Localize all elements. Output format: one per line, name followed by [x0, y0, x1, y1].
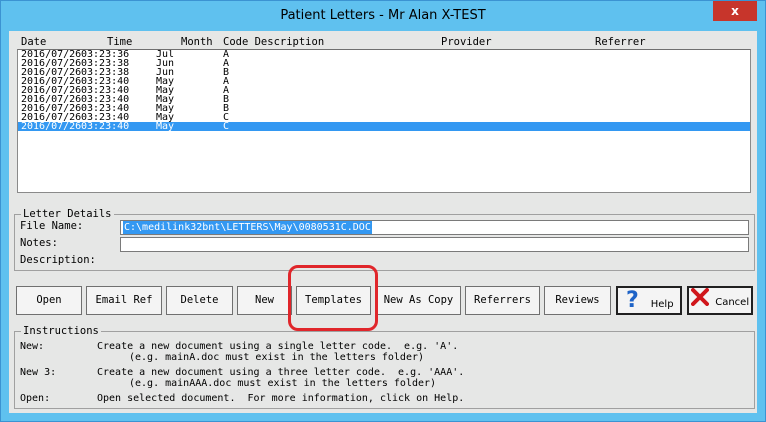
column-month[interactable]: Month [181, 36, 213, 48]
letter-details-label: Letter Details [21, 208, 114, 220]
instruction-new-label: New: [20, 341, 45, 352]
letters-list[interactable]: 2016/07/26 03:23:36 Jul A 2016/07/26 03:… [17, 49, 751, 193]
instruction-new3-line1: Create a new document using a three lett… [97, 367, 465, 378]
instructions-group: Instructions New: Create a new document … [14, 325, 755, 409]
dialog-body: Date Time Month Code Description Provide… [9, 31, 757, 413]
new-as-copy-button[interactable]: New As Copy [376, 286, 461, 315]
file-name-value: C:\medilink32bnt\LETTERS\May\0080531C.DO… [123, 221, 372, 234]
notes-field[interactable] [120, 237, 749, 252]
svg-text:?: ? [626, 288, 639, 310]
column-code-description[interactable]: Code Description [223, 36, 324, 48]
column-date[interactable]: Date [21, 36, 46, 48]
help-button[interactable]: ? Help [616, 286, 682, 315]
window-title: Patient Letters - Mr Alan X-TEST [280, 8, 486, 23]
notes-label: Notes: [20, 237, 58, 249]
instruction-new-line2: (e.g. mainA.doc must exist in the letter… [129, 352, 425, 363]
instruction-open-label: Open: [20, 393, 51, 404]
instruction-new-line1: Create a new document using a single let… [97, 341, 459, 352]
referrers-button[interactable]: Referrers [465, 286, 540, 315]
new-button[interactable]: New [237, 286, 292, 315]
column-time[interactable]: Time [107, 36, 132, 48]
reviews-button[interactable]: Reviews [544, 286, 611, 315]
question-mark-icon: ? [624, 288, 644, 321]
letter-details-group: Letter Details File Name: C:\medilink32b… [14, 208, 755, 271]
open-button[interactable]: Open [16, 286, 82, 315]
instruction-open-line1: Open selected document. For more informa… [97, 393, 465, 404]
title-bar[interactable]: Patient Letters - Mr Alan X-TEST x [1, 1, 765, 31]
column-provider[interactable]: Provider [441, 36, 492, 48]
cancel-x-icon [690, 288, 709, 317]
cancel-button[interactable]: Cancel [687, 286, 753, 315]
file-name-label: File Name: [20, 220, 84, 232]
instruction-new3-line2: (e.g. mainAAA.doc must exist in the lett… [129, 378, 437, 389]
instruction-new3-label: New 3: [20, 367, 57, 378]
close-button[interactable]: x [713, 1, 757, 21]
patient-letters-window: Patient Letters - Mr Alan X-TEST x Date … [0, 0, 766, 422]
email-ref-button[interactable]: Email Ref [86, 286, 162, 315]
templates-highlight-annotation [288, 265, 378, 331]
delete-button[interactable]: Delete [166, 286, 233, 315]
list-header: Date Time Month Code Description Provide… [17, 35, 757, 49]
file-name-field[interactable]: C:\medilink32bnt\LETTERS\May\0080531C.DO… [120, 220, 749, 235]
column-referrer[interactable]: Referrer [595, 36, 646, 48]
instructions-label: Instructions [21, 325, 101, 337]
list-item-selected[interactable]: 2016/07/26 03:23:40 May C [18, 122, 750, 132]
description-label: Description: [20, 254, 96, 266]
